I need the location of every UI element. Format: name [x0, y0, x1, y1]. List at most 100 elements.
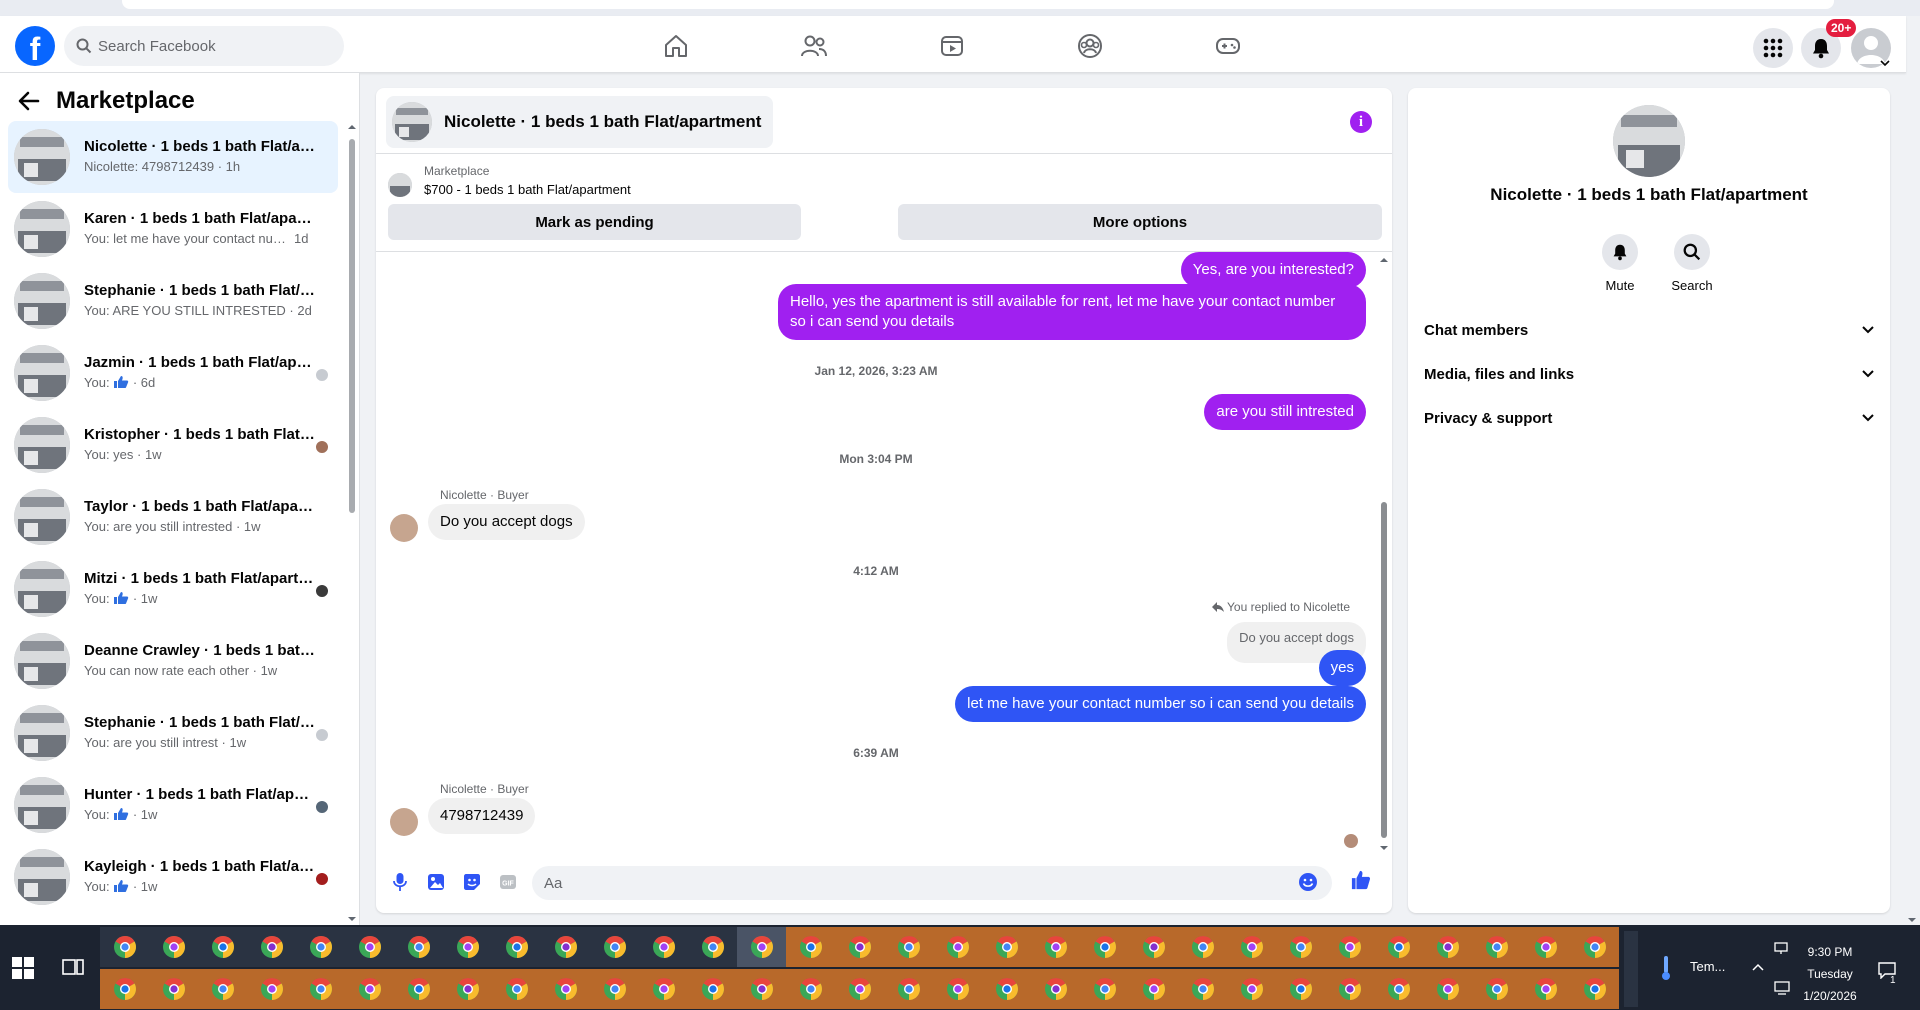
- taskbar-app-button[interactable]: [933, 927, 982, 967]
- browser-address-bar[interactable]: [122, 0, 1834, 9]
- conversation-item-karen[interactable]: Karen · 1 beds 1 bath Flat/apartment You…: [8, 193, 338, 265]
- windows-start-icon[interactable]: [12, 957, 34, 979]
- taskbar-app-button[interactable]: [1325, 969, 1374, 1009]
- conversation-item-kristopher[interactable]: Kristopher · 1 beds 1 bath Flat/apartmen…: [8, 409, 338, 481]
- taskbar-app-button[interactable]: [1521, 927, 1570, 967]
- taskbar-app-button[interactable]: [198, 969, 247, 1009]
- taskbar-app-button[interactable]: [639, 927, 688, 967]
- conversation-item-kayleigh[interactable]: Kayleigh · 1 beds 1 bath Flat/apartment …: [8, 841, 338, 913]
- taskbar-app-button[interactable]: [835, 969, 884, 1009]
- taskbar-app-button[interactable]: [835, 927, 884, 967]
- task-view-icon[interactable]: [62, 957, 84, 977]
- taskbar-app-button[interactable]: [345, 969, 394, 1009]
- taskbar-app-button[interactable]: [1423, 927, 1472, 967]
- taskbar-app-button[interactable]: [100, 969, 149, 1009]
- chat-members-section[interactable]: Chat members: [1424, 308, 1874, 352]
- taskbar-app-button[interactable]: [1031, 969, 1080, 1009]
- search-input[interactable]: [98, 26, 328, 66]
- sidebar-scrollbar[interactable]: [348, 123, 356, 923]
- gaming-icon[interactable]: [1212, 30, 1244, 62]
- taskbar-app-button[interactable]: [1080, 969, 1129, 1009]
- taskbar-app-button[interactable]: [1374, 927, 1423, 967]
- like-button[interactable]: [1351, 870, 1371, 890]
- chat-title-button[interactable]: Nicolette · 1 beds 1 bath Flat/apartment: [386, 96, 774, 148]
- taskbar-app-button[interactable]: [639, 969, 688, 1009]
- taskbar-app-button[interactable]: [1178, 927, 1227, 967]
- outgoing-message[interactable]: Hello, yes the apartment is still availa…: [778, 284, 1366, 340]
- taskbar-app-button[interactable]: [296, 927, 345, 967]
- message-scrollbar[interactable]: [1380, 256, 1388, 852]
- taskbar-app-button[interactable]: [443, 969, 492, 1009]
- taskbar-app-button[interactable]: [1129, 969, 1178, 1009]
- taskbar-app-button[interactable]: [884, 927, 933, 967]
- system-clock[interactable]: 9:30 PM Tuesday 1/20/2026: [1790, 941, 1870, 1007]
- back-arrow-icon[interactable]: [18, 91, 40, 111]
- taskbar-app-button[interactable]: [1276, 927, 1325, 967]
- taskbar-app-button[interactable]: [786, 927, 835, 967]
- microphone-icon[interactable]: [390, 872, 410, 892]
- conversation-item-hunter[interactable]: Hunter · 1 beds 1 bath Flat/apartment Yo…: [8, 769, 338, 841]
- taskbar-app-button[interactable]: [394, 927, 443, 967]
- conversation-item-taylor[interactable]: Taylor · 1 beds 1 bath Flat/apartment Yo…: [8, 481, 338, 553]
- taskbar-app-button[interactable]: [1570, 927, 1619, 967]
- taskbar-app-button[interactable]: [149, 927, 198, 967]
- mute-button[interactable]: Mute: [1590, 234, 1650, 293]
- taskbar-app-button[interactable]: [786, 969, 835, 1009]
- taskbar-app-button[interactable]: [394, 969, 443, 1009]
- message-scrollbar-thumb[interactable]: [1381, 502, 1387, 838]
- conversation-item-jazmin[interactable]: Jazmin · 1 beds 1 bath Flat/apartment Yo…: [8, 337, 338, 409]
- buyer-avatar[interactable]: [390, 808, 418, 836]
- search-box[interactable]: [64, 26, 344, 66]
- sidebar-scrollbar-thumb[interactable]: [349, 139, 355, 513]
- taskbar-app-button[interactable]: [149, 969, 198, 1009]
- friends-icon[interactable]: [798, 30, 830, 62]
- more-options-button[interactable]: More options: [898, 204, 1382, 240]
- taskbar-app-button[interactable]: [1521, 969, 1570, 1009]
- taskbar-app-button[interactable]: [1031, 927, 1080, 967]
- taskbar-app-button[interactable]: [198, 927, 247, 967]
- tray-chevron-up-icon[interactable]: [1752, 963, 1764, 971]
- weather-text[interactable]: Tem...: [1690, 959, 1725, 974]
- conversation-item-mitzi[interactable]: Mitzi · 1 beds 1 bath Flat/apartment You…: [8, 553, 338, 625]
- menu-grid-button[interactable]: [1753, 28, 1793, 68]
- outgoing-message[interactable]: yes: [1318, 650, 1366, 686]
- groups-icon[interactable]: [1074, 30, 1106, 62]
- taskbar-app-button[interactable]: [933, 969, 982, 1009]
- taskbar-app-button[interactable]: [541, 969, 590, 1009]
- home-icon[interactable]: [660, 30, 692, 62]
- taskbar-app-button[interactable]: [1472, 969, 1521, 1009]
- taskbar-app-button[interactable]: [1325, 927, 1374, 967]
- outgoing-message[interactable]: are you still intrested: [1204, 394, 1366, 430]
- sticker-icon[interactable]: [462, 872, 482, 892]
- taskbar-app-button[interactable]: [247, 927, 296, 967]
- message-input[interactable]: [532, 866, 1332, 900]
- taskbar-app-button[interactable]: [1423, 969, 1472, 1009]
- conversation-item-nicolette[interactable]: Nicolette · 1 beds 1 bath Flat/apartment…: [8, 121, 338, 193]
- taskbar-app-button[interactable]: [1080, 927, 1129, 967]
- taskbar-app-button[interactable]: [492, 969, 541, 1009]
- incoming-message[interactable]: 4798712439: [428, 798, 536, 834]
- taskbar-app-button[interactable]: [982, 969, 1031, 1009]
- taskbar-app-button[interactable]: [590, 927, 639, 967]
- taskbar-app-button[interactable]: [1129, 927, 1178, 967]
- gif-icon[interactable]: GIF: [498, 872, 518, 892]
- buyer-avatar[interactable]: [390, 514, 418, 542]
- taskbar-app-button[interactable]: [884, 969, 933, 1009]
- taskbar-app-button[interactable]: [1570, 969, 1619, 1009]
- search-conversation-button[interactable]: Search: [1662, 234, 1722, 293]
- taskbar-app-button[interactable]: [1178, 969, 1227, 1009]
- taskbar-app-button[interactable]: [541, 927, 590, 967]
- media-files-links-section[interactable]: Media, files and links: [1424, 352, 1874, 396]
- incoming-message[interactable]: Do you accept dogs: [428, 504, 585, 540]
- taskbar-app-button[interactable]: [688, 969, 737, 1009]
- taskbar-app-button[interactable]: [590, 969, 639, 1009]
- taskbar-app-button[interactable]: [492, 927, 541, 967]
- conversation-item-deanne[interactable]: Deanne Crawley · 1 beds 1 bath Flat/apar…: [8, 625, 338, 697]
- taskbar-app-button[interactable]: [1227, 927, 1276, 967]
- video-icon[interactable]: [936, 30, 968, 62]
- network-icon[interactable]: [1774, 941, 1788, 955]
- taskbar-scrollbar[interactable]: [1624, 931, 1638, 1007]
- listing-summary[interactable]: Marketplace $700 - 1 beds 1 bath Flat/ap…: [388, 164, 1368, 204]
- taskbar-app-button[interactable]: [982, 927, 1031, 967]
- emoji-icon[interactable]: [1298, 872, 1318, 892]
